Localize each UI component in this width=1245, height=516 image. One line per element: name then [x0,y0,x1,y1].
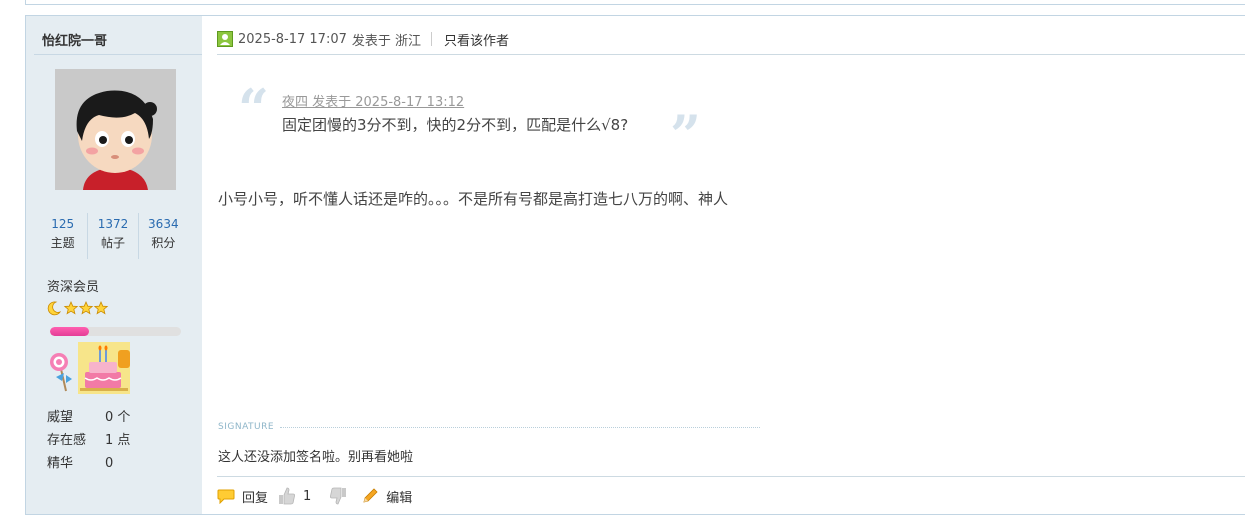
stat-threads[interactable]: 125 主题 [38,213,89,259]
stat-credits-label: 积分 [151,236,176,250]
pencil-icon [363,488,378,503]
stat-threads-label: 主题 [50,236,75,250]
cartoon-boy-avatar-icon [55,69,176,190]
user-online-icon [217,31,233,47]
info-prestige-value: 0 个 [105,410,131,425]
author-stats: 125 主题 1372 帖子 3634 积分 [38,213,188,259]
info-prestige: 威望 0 个 [47,406,130,425]
stat-credits-value: 3634 [148,217,179,231]
info-digest: 精华 0 [47,452,113,471]
signature-label: SIGNATURE [218,422,275,432]
info-presence-value: 1 点 [105,433,131,448]
stat-posts-value: 1372 [97,217,129,231]
rank-stars-icon [47,300,111,320]
stat-credits[interactable]: 3634 积分 [139,213,188,259]
post-meta: 2025-8-17 17:07 发表于 浙江 只看该作者 [217,29,509,49]
speech-bubble-icon [217,489,235,504]
author-name[interactable]: 怡红院一哥 [42,30,107,49]
post-actions: 回复 1 编辑 [217,485,422,507]
signature-text: 这人还没添加签名啦。别再看她啦 [218,450,414,465]
like-count: 1 [303,488,312,504]
edit-label: 编辑 [386,490,413,506]
reply-button[interactable]: 回复 [217,487,268,506]
level-progress-fill [50,327,90,336]
quote-close-icon: ” [670,103,702,167]
author-sidebar: 怡红院一哥 125 主题 1372 帖子 3634 积分 资深会员 威望 0 个… [26,16,202,514]
author-only-link[interactable]: 只看该作者 [444,30,509,49]
like-button[interactable]: 1 [278,487,311,505]
quote-text: 固定团慢的3分不到，快的2分不到，匹配是什么√8? [282,116,629,134]
birthday-cake-medal-icon[interactable] [78,342,130,394]
meta-separator [217,54,1245,55]
forum-post: 怡红院一哥 125 主题 1372 帖子 3634 积分 资深会员 威望 0 个… [25,15,1245,515]
info-digest-value: 0 [105,456,114,471]
reply-label: 回复 [242,490,269,506]
info-presence-label: 存在感 [47,433,87,448]
avatar[interactable] [55,69,176,190]
footer-separator [217,476,1245,477]
post-message: 小号小号，听不懂人话还是咋的。。。不是所有号都是高打造七八万的啊、神人 [218,190,729,208]
previous-post-bottom-edge [25,0,1245,5]
info-prestige-label: 威望 [47,410,74,425]
stat-posts[interactable]: 1372 帖子 [88,213,139,259]
thumbs-down-icon [330,487,347,505]
quote-open-icon: “ [238,77,270,141]
info-digest-label: 精华 [47,456,74,471]
meta-divider [431,32,433,46]
stat-posts-label: 帖子 [100,236,125,250]
user-group[interactable]: 资深会员 [47,276,99,295]
lollipop-icon [50,353,72,392]
info-presence: 存在感 1 点 [47,429,130,448]
post-location: 发表于 浙江 [351,33,422,49]
edit-button[interactable]: 编辑 [361,487,412,506]
lollipop-medal-icon[interactable] [48,351,74,393]
cake-icon [78,342,130,394]
signature-divider [280,427,760,428]
moon-star-star-star-icon [47,300,109,316]
quote-source-link[interactable]: 夜四 发表于 2025-8-17 13:12 [282,91,464,110]
post-content: 2025-8-17 17:07 发表于 浙江 只看该作者 “ 夜四 发表于 20… [202,16,1245,514]
dislike-button[interactable] [329,487,347,505]
post-datetime: 2025-8-17 17:07 [238,31,347,47]
author-divider [34,54,202,55]
stat-threads-value: 125 [51,217,75,231]
thumbs-up-icon [279,487,296,505]
level-progress-bar [50,327,181,336]
